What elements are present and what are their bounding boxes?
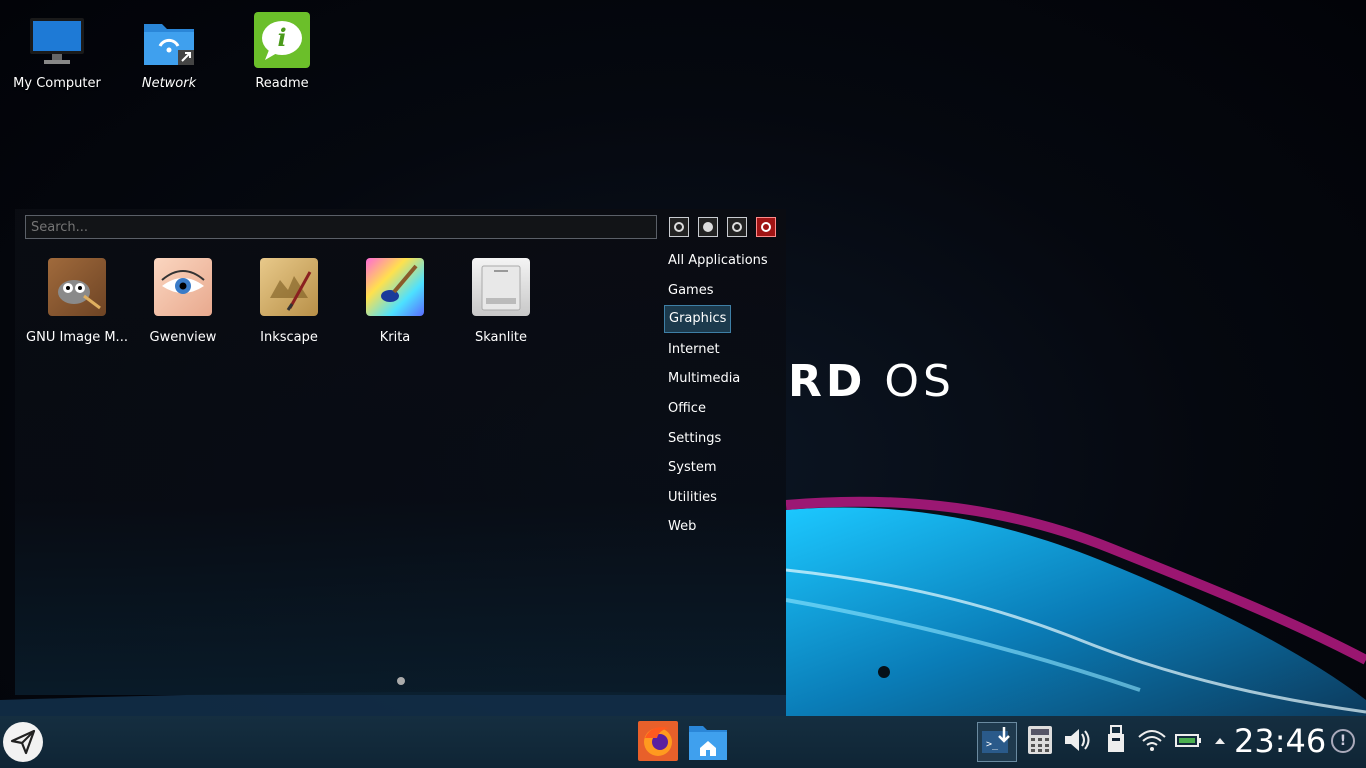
terminal-download-icon: >_: [982, 727, 1010, 753]
logout-icon: [732, 222, 742, 232]
calculator-icon: [1028, 726, 1052, 754]
desktop-icon-readme[interactable]: i Readme: [232, 2, 332, 91]
tray-wifi[interactable]: [1136, 724, 1168, 760]
svg-text:>_: >_: [986, 739, 999, 750]
category-web[interactable]: Web: [664, 513, 700, 541]
app-label: Inkscape: [260, 330, 318, 345]
tray-battery[interactable]: [1174, 724, 1204, 760]
svg-text:i: i: [277, 23, 286, 52]
firefox-icon: [638, 721, 678, 761]
gimp-icon: [48, 258, 106, 316]
info-bubble-icon: i: [253, 12, 311, 70]
battery-icon: [1175, 734, 1201, 747]
firefox-task[interactable]: [637, 720, 679, 762]
tray-usb-device[interactable]: [1103, 724, 1129, 760]
settings-icon: [674, 222, 684, 232]
application-launcher: GNU Image M... Gwenview Inkscape Krita S…: [15, 209, 786, 695]
app-krita[interactable]: Krita: [342, 255, 448, 345]
category-games[interactable]: Games: [664, 277, 717, 305]
category-office[interactable]: Office: [664, 395, 710, 423]
category-settings[interactable]: Settings: [664, 425, 725, 453]
tray-volume[interactable]: [1062, 724, 1090, 760]
category-utilities[interactable]: Utilities: [664, 484, 721, 512]
monitor-icon: [28, 12, 86, 70]
clock[interactable]: 23:46: [1234, 722, 1326, 760]
app-label: GNU Image M...: [26, 330, 128, 345]
app-label: Skanlite: [474, 330, 528, 345]
lock-button[interactable]: [698, 217, 718, 237]
app-label: Gwenview: [149, 330, 217, 345]
page-indicator[interactable]: [397, 677, 405, 685]
tray-expand[interactable]: [1212, 724, 1228, 760]
category-internet[interactable]: Internet: [664, 336, 724, 364]
app-label: Krita: [379, 330, 411, 345]
network-folder-icon: [140, 12, 198, 70]
settings-button[interactable]: [669, 217, 689, 237]
launcher-button[interactable]: [3, 722, 43, 762]
usb-device-icon: [1108, 725, 1124, 752]
gwenview-icon: [154, 258, 212, 316]
logout-button[interactable]: [727, 217, 747, 237]
power-button[interactable]: [756, 217, 776, 237]
inkscape-icon: [260, 258, 318, 316]
paper-plane-icon: [10, 729, 36, 755]
app-gwenview[interactable]: Gwenview: [130, 255, 236, 345]
notifications-icon[interactable]: !: [1331, 729, 1355, 753]
expand-arrow-icon: [1215, 738, 1225, 744]
category-graphics[interactable]: Graphics: [664, 305, 732, 333]
wallpaper-brand-text: RD OS: [788, 356, 955, 407]
lock-icon: [703, 222, 713, 232]
desktop-icon-label: My Computer: [13, 76, 101, 91]
power-icon: [761, 222, 771, 232]
krita-icon: [366, 258, 424, 316]
wifi-icon: [1138, 730, 1166, 751]
app-gimp[interactable]: GNU Image M...: [24, 255, 130, 345]
home-folder-task[interactable]: [687, 720, 729, 762]
tray-calculator[interactable]: [1026, 724, 1054, 760]
desktop-icon-label: Readme: [255, 76, 309, 91]
app-inkscape[interactable]: Inkscape: [236, 255, 342, 345]
category-all-applications[interactable]: All Applications: [664, 247, 772, 275]
desktop-icon-my-computer[interactable]: My Computer: [7, 2, 107, 91]
home-folder-icon: [689, 726, 727, 760]
category-multimedia[interactable]: Multimedia: [664, 365, 744, 393]
desktop-icon-label: Network: [141, 76, 197, 91]
volume-icon: [1065, 729, 1090, 751]
taskbar: >_ 23:46 !: [0, 716, 1366, 768]
search-input[interactable]: [25, 215, 657, 239]
app-skanlite[interactable]: Skanlite: [448, 255, 554, 345]
desktop-icon-network[interactable]: Network: [119, 2, 219, 91]
tray-terminal-download[interactable]: >_: [977, 722, 1017, 762]
scanner-icon: [472, 258, 530, 316]
category-system[interactable]: System: [664, 454, 720, 482]
